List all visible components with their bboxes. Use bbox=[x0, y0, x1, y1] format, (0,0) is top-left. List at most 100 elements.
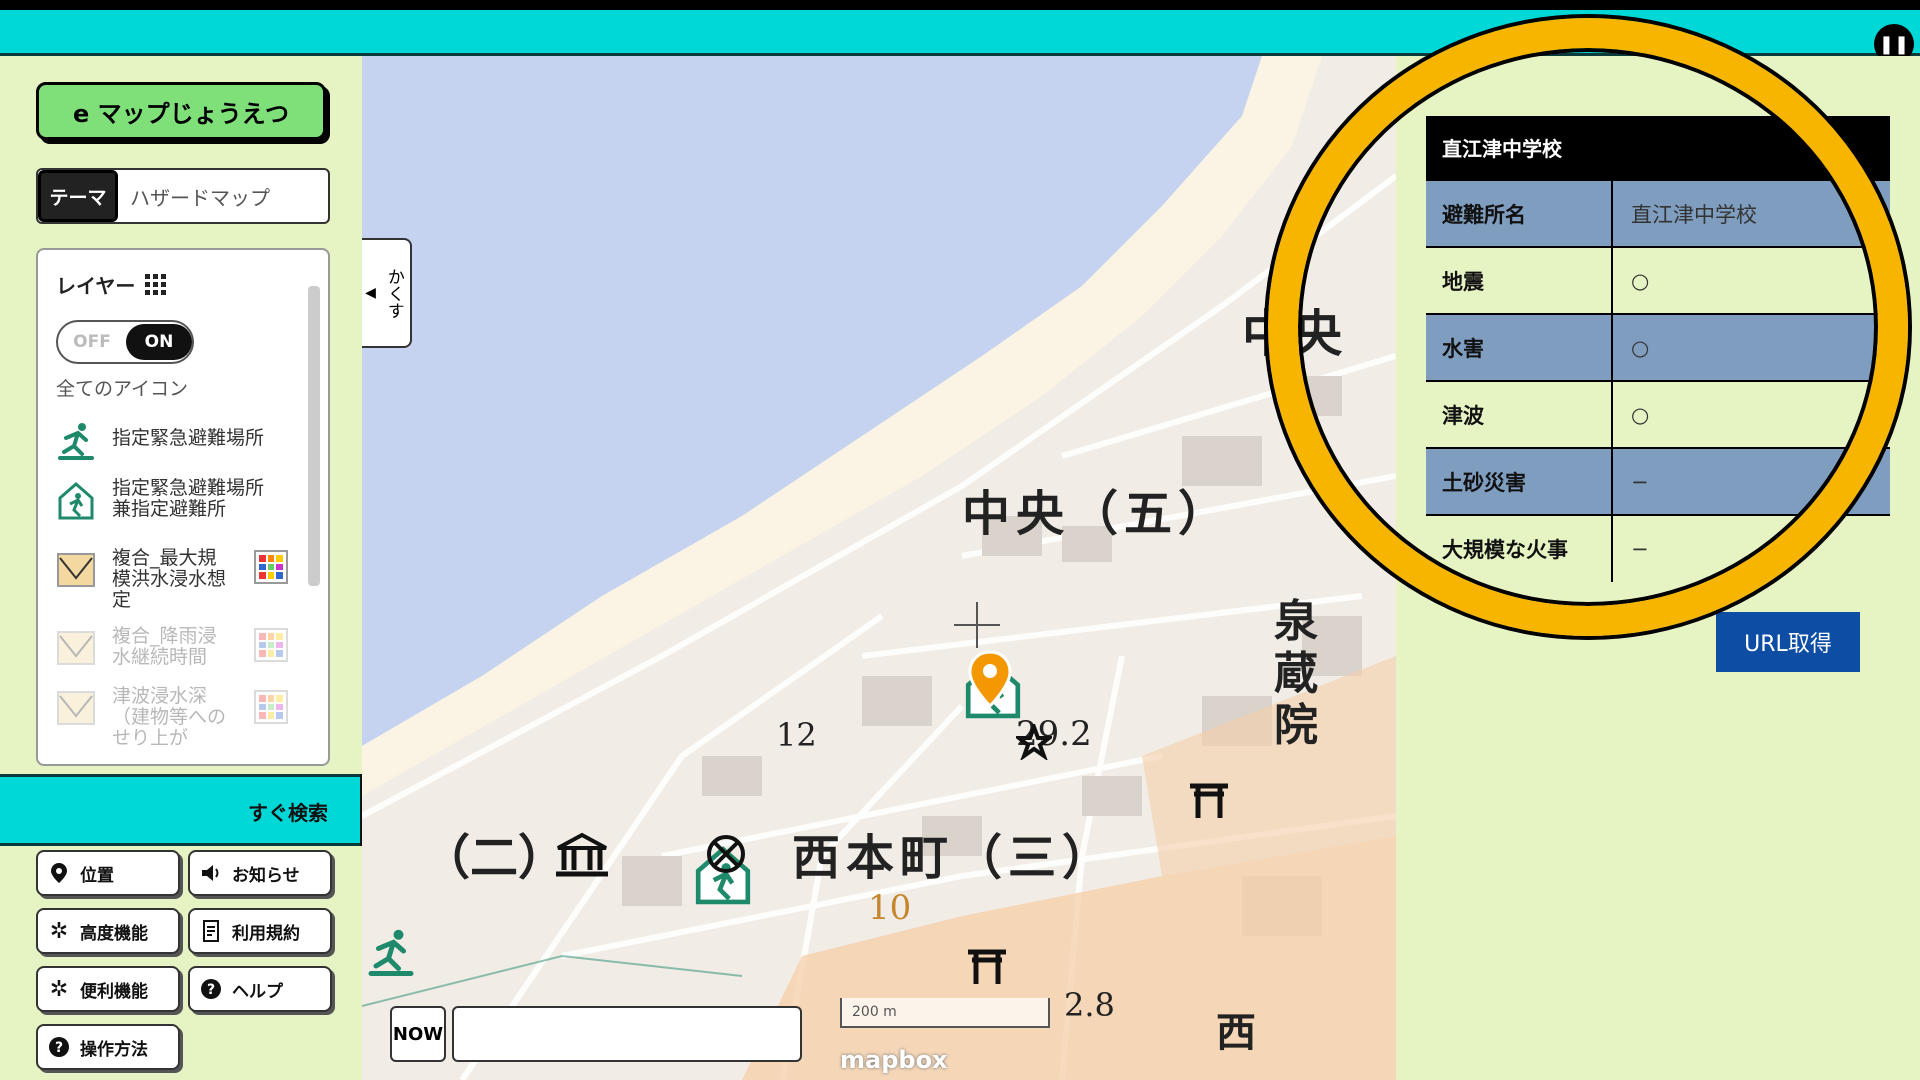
now-button[interactable]: NOW bbox=[390, 1006, 446, 1062]
question-icon: ? bbox=[48, 1036, 70, 1058]
convenient-label: 便利機能 bbox=[80, 981, 148, 1002]
flood-legend-icon[interactable] bbox=[254, 550, 288, 584]
triangle-left-icon: ◀ bbox=[365, 285, 376, 301]
quick-search-bar[interactable]: すぐ検索 ▶ bbox=[0, 774, 410, 846]
hide-sidebar-tab[interactable]: かくす ◀ bbox=[362, 238, 412, 348]
facility-info-table: 直江津中学校 避難所名 直江津中学校 地震 ○ 水害 ○ 津波 ○ 土砂災害 −… bbox=[1426, 116, 1890, 582]
layer-scrollbar[interactable] bbox=[308, 286, 320, 586]
grid-icon[interactable] bbox=[145, 274, 167, 295]
map-label-chuo: 中央 bbox=[1242, 304, 1342, 363]
theme-tag: テーマ bbox=[38, 170, 118, 222]
pin-icon bbox=[48, 862, 70, 884]
museum-icon bbox=[554, 832, 610, 882]
table-row: 地震 ○ bbox=[1426, 246, 1890, 314]
row-key: 土砂災害 bbox=[1426, 447, 1613, 515]
layer-item-label: 津波浸水深（建物等へのせり上が bbox=[112, 685, 227, 749]
scale-bar: 200 m bbox=[840, 998, 1050, 1028]
map-label-ni: （二） bbox=[422, 830, 567, 886]
shelter-icon bbox=[54, 478, 98, 522]
gear-icon: ✲ bbox=[49, 976, 69, 1002]
top-bar: ❚❚ bbox=[0, 0, 1920, 64]
layer-item-label: 指定緊急避難場所兼指定避難所 bbox=[112, 477, 265, 520]
map-label-senzoin: 泉蔵院 bbox=[1274, 596, 1318, 751]
row-key: 大規模な火事 bbox=[1426, 514, 1613, 582]
flood-map-icon bbox=[54, 548, 98, 592]
map-view[interactable]: 中央（五） 中央 西本町（三） （二） 泉蔵院 12 29.2 2.8 10 西 bbox=[362, 56, 1396, 1080]
map-label-nishihoncho: 西本町（三） bbox=[792, 830, 1117, 886]
selected-location-pin-icon[interactable] bbox=[968, 650, 1012, 712]
row-value: 直江津中学校 bbox=[1612, 179, 1890, 247]
time-input[interactable] bbox=[452, 1006, 802, 1062]
location-label: 位置 bbox=[80, 865, 114, 886]
row-value: ○ bbox=[1612, 380, 1890, 448]
hide-tab-label: かくす bbox=[383, 267, 404, 319]
advanced-label: 高度機能 bbox=[80, 923, 148, 944]
rain-flood-legend-icon[interactable] bbox=[254, 628, 288, 662]
layer-panel: レイヤー OFF ON 全てのアイコン 指定緊急避難場所 指定緊急避難場所兼指定… bbox=[36, 248, 330, 766]
table-row: 大規模な火事 − bbox=[1426, 514, 1890, 582]
toggle-off-label: OFF bbox=[73, 332, 111, 352]
svg-text:?: ? bbox=[55, 1040, 63, 1056]
sidebar: e マップじょうえつ テーマ ハザードマップ レイヤー OFF ON 全てのアイ… bbox=[0, 56, 410, 1080]
table-row: 津波 ○ bbox=[1426, 380, 1890, 448]
post-office-icon bbox=[706, 834, 746, 878]
table-row: 避難所名 直江津中学校 bbox=[1426, 179, 1890, 247]
row-value: ○ bbox=[1612, 246, 1890, 314]
tsunami-legend-icon[interactable] bbox=[254, 690, 288, 724]
howto-label: 操作方法 bbox=[80, 1039, 148, 1060]
table-row: 水害 ○ bbox=[1426, 313, 1890, 381]
theme-selector[interactable]: テーマ ハザードマップ bbox=[36, 168, 330, 224]
shrine-icon bbox=[966, 946, 1008, 990]
help-label: ヘルプ bbox=[232, 981, 283, 1002]
svg-text:?: ? bbox=[207, 982, 215, 998]
terms-label: 利用規約 bbox=[232, 923, 300, 944]
quick-search-label: すぐ検索 bbox=[248, 801, 328, 825]
document-icon bbox=[200, 920, 222, 942]
advanced-button[interactable]: ✲ 高度機能 bbox=[36, 908, 180, 954]
layer-item-shelter[interactable]: 指定緊急避難場所兼指定避難所 bbox=[54, 478, 282, 522]
map-label-chuo5: 中央（五） bbox=[962, 486, 1233, 542]
gear-icon: ✲ bbox=[49, 918, 69, 944]
shrine-icon bbox=[1188, 780, 1230, 824]
help-button[interactable]: ? ヘルプ bbox=[188, 966, 332, 1012]
evacuation-site-icon bbox=[54, 418, 98, 462]
layer-item-rain-flood[interactable]: 複合_降雨浸水継続時間 bbox=[54, 626, 232, 670]
row-value: − bbox=[1612, 447, 1890, 515]
toggle-on-label: ON bbox=[126, 324, 192, 360]
layer-item-label: 複合_最大規模洪水浸水想定 bbox=[112, 547, 227, 611]
layer-item-label: 指定緊急避難場所 bbox=[112, 427, 265, 449]
notice-button[interactable]: お知らせ bbox=[188, 850, 332, 896]
layer-item-evacuation-site[interactable]: 指定緊急避難場所 bbox=[54, 418, 264, 462]
question-icon: ? bbox=[200, 978, 222, 1000]
terms-button[interactable]: 利用規約 bbox=[188, 908, 332, 954]
howto-button[interactable]: ? 操作方法 bbox=[36, 1024, 180, 1070]
map-label-elevation-12: 12 bbox=[776, 716, 817, 754]
layer-item-tsunami[interactable]: 津波浸水深（建物等へのせり上が bbox=[54, 686, 232, 749]
map-label-nishi: 西 bbox=[1216, 1009, 1256, 1056]
rain-flood-map-icon bbox=[54, 626, 98, 670]
evacuation-site-icon[interactable] bbox=[366, 926, 416, 980]
row-key: 地震 bbox=[1426, 246, 1613, 314]
school-icon bbox=[1013, 721, 1055, 764]
app-logo-button[interactable]: e マップじょうえつ bbox=[36, 82, 326, 140]
layer-title-label: レイヤー bbox=[56, 274, 136, 298]
crosshair-icon bbox=[954, 602, 1000, 648]
location-button[interactable]: 位置 bbox=[36, 850, 180, 896]
all-icons-toggle[interactable]: OFF ON bbox=[56, 320, 194, 364]
row-key: 水害 bbox=[1426, 313, 1613, 381]
row-key: 津波 bbox=[1426, 380, 1613, 448]
get-url-button[interactable]: URL取得 bbox=[1716, 612, 1860, 672]
mapbox-attribution[interactable]: mapbox bbox=[840, 1046, 948, 1074]
convenient-button[interactable]: ✲ 便利機能 bbox=[36, 966, 180, 1012]
map-label-contour-10: 10 bbox=[868, 888, 912, 928]
facility-name-header: 直江津中学校 bbox=[1426, 116, 1890, 180]
notice-label: お知らせ bbox=[232, 865, 300, 886]
layer-item-label: 複合_降雨浸水継続時間 bbox=[112, 625, 217, 668]
row-value: ○ bbox=[1612, 313, 1890, 381]
table-row: 土砂災害 − bbox=[1426, 447, 1890, 515]
speaker-icon bbox=[200, 862, 222, 884]
layer-item-flood[interactable]: 複合_最大規模洪水浸水想定 bbox=[54, 548, 232, 611]
row-key: 避難所名 bbox=[1426, 179, 1613, 247]
layer-title: レイヤー bbox=[56, 270, 167, 299]
theme-value: ハザードマップ bbox=[130, 185, 270, 210]
